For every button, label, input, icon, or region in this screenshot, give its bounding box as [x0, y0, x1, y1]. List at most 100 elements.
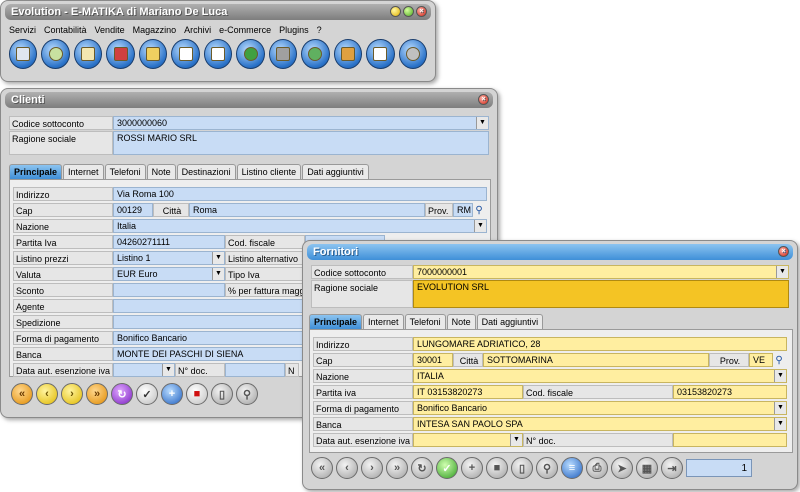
- search-icon[interactable]: ⚲: [773, 354, 785, 366]
- ragione-sociale-field[interactable]: ROSSI MARIO SRL: [113, 131, 489, 155]
- database-icon[interactable]: [41, 39, 70, 69]
- valuta-field[interactable]: EUR Euro ▼: [113, 267, 225, 281]
- tab-internet[interactable]: Internet: [363, 314, 404, 329]
- menu-servizi[interactable]: Servizi: [9, 25, 36, 35]
- chevron-down-icon[interactable]: ▼: [774, 402, 786, 414]
- truck-icon[interactable]: [268, 39, 298, 69]
- citta-field[interactable]: SOTTOMARINA: [483, 353, 709, 367]
- trash-icon[interactable]: ▯: [211, 383, 233, 405]
- tab-listino-cliente[interactable]: Listino cliente: [236, 164, 302, 179]
- tab-telefoni[interactable]: Telefoni: [104, 164, 146, 179]
- cap-field[interactable]: 30001: [413, 353, 453, 367]
- n-doc-field[interactable]: [673, 433, 787, 447]
- folder-icon[interactable]: [138, 39, 168, 69]
- table-icon[interactable]: ▦: [636, 457, 658, 479]
- chevron-down-icon[interactable]: ▼: [212, 268, 224, 280]
- refresh-icon[interactable]: ↻: [411, 457, 433, 479]
- search-icon[interactable]: ⚲: [473, 204, 485, 216]
- cod-fiscale-field[interactable]: 03153820273: [673, 385, 787, 399]
- book-icon[interactable]: [106, 39, 135, 69]
- sconto-field[interactable]: [113, 283, 225, 297]
- stop-icon[interactable]: ■: [186, 383, 208, 405]
- previous-record-icon[interactable]: ‹: [336, 457, 358, 479]
- menu-help[interactable]: ?: [317, 25, 322, 35]
- tab-note[interactable]: Note: [446, 314, 476, 329]
- citta-field[interactable]: Roma: [189, 203, 425, 217]
- tab-internet[interactable]: Internet: [63, 164, 104, 179]
- chevron-down-icon[interactable]: ▼: [774, 370, 786, 382]
- clienti-close-button[interactable]: ×: [478, 94, 489, 105]
- chevron-down-icon[interactable]: ▼: [510, 434, 522, 446]
- minimize-button[interactable]: [390, 6, 401, 17]
- package-icon[interactable]: [333, 39, 363, 69]
- tab-note[interactable]: Note: [146, 164, 176, 179]
- fornitori-close-button[interactable]: ×: [778, 246, 789, 257]
- tab-principale[interactable]: Principale: [9, 164, 63, 179]
- main-title-bar[interactable]: Evolution - E-MATIKA di Mariano De Luca …: [5, 4, 431, 20]
- next-record-icon[interactable]: ›: [61, 383, 83, 405]
- nazione-field[interactable]: ITALIA ▼: [413, 369, 787, 383]
- agente-field[interactable]: [113, 299, 303, 313]
- chevron-down-icon[interactable]: ▼: [212, 252, 224, 264]
- clipboard-icon[interactable]: [73, 39, 103, 69]
- globe-icon[interactable]: [301, 39, 330, 69]
- shapes-icon[interactable]: [236, 39, 265, 69]
- next-record-icon[interactable]: ›: [361, 457, 383, 479]
- floppy-icon[interactable]: [9, 39, 38, 69]
- document-icon[interactable]: [203, 39, 233, 69]
- fornitori-title-bar[interactable]: Fornitori ×: [307, 244, 793, 260]
- chevron-down-icon[interactable]: ▼: [474, 220, 486, 232]
- codice-sottoconto-field[interactable]: 7000000001 ▼: [413, 265, 789, 279]
- tab-dati-aggiuntivi[interactable]: Dati aggiuntivi: [302, 164, 369, 179]
- listino-prezzi-field[interactable]: Listino 1 ▼: [113, 251, 225, 265]
- record-counter[interactable]: 1: [686, 459, 752, 477]
- stop-icon[interactable]: ■: [486, 457, 508, 479]
- confirm-icon[interactable]: ✓: [136, 383, 158, 405]
- banca-field[interactable]: INTESA SAN PAOLO SPA ▼: [413, 417, 787, 431]
- chevron-down-icon[interactable]: ▼: [476, 117, 488, 129]
- print-icon[interactable]: ⎙: [586, 457, 608, 479]
- chart-icon[interactable]: [366, 39, 395, 69]
- cap-field[interactable]: 00129: [113, 203, 153, 217]
- last-record-icon[interactable]: »: [386, 457, 408, 479]
- forma-pagamento-field[interactable]: Bonifico Bancario ▼: [413, 401, 787, 415]
- tab-destinazioni[interactable]: Destinazioni: [176, 164, 236, 179]
- refresh-icon[interactable]: ↻: [111, 383, 133, 405]
- indirizzo-field[interactable]: Via Roma 100: [113, 187, 487, 201]
- tab-principale[interactable]: Principale: [309, 314, 363, 329]
- maximize-button[interactable]: [403, 6, 414, 17]
- add-icon[interactable]: +: [461, 457, 483, 479]
- partita-iva-field[interactable]: IT 03153820273: [413, 385, 523, 399]
- search-icon[interactable]: ⚲: [236, 383, 258, 405]
- menu-magazzino[interactable]: Magazzino: [133, 25, 177, 35]
- menu-plugins[interactable]: Plugins: [279, 25, 309, 35]
- codice-sottoconto-field[interactable]: 3000000060 ▼: [113, 116, 489, 130]
- chevron-down-icon[interactable]: ▼: [162, 364, 174, 376]
- n-doc-field[interactable]: [225, 363, 285, 377]
- trash-icon[interactable]: ▯: [511, 457, 533, 479]
- data-esenzione-field[interactable]: ▼: [413, 433, 523, 447]
- spedizione-field[interactable]: [113, 315, 303, 329]
- confirm-icon[interactable]: ✓: [436, 457, 458, 479]
- first-record-icon[interactable]: «: [11, 383, 33, 405]
- chevron-down-icon[interactable]: ▼: [776, 266, 788, 278]
- partita-iva-field[interactable]: 04260271111: [113, 235, 225, 249]
- tab-telefoni[interactable]: Telefoni: [404, 314, 446, 329]
- prov-field[interactable]: RM: [453, 203, 473, 217]
- first-record-icon[interactable]: «: [311, 457, 333, 479]
- forma-pagamento-field[interactable]: Bonifico Bancario: [113, 331, 303, 345]
- notes-icon[interactable]: ≡: [561, 457, 583, 479]
- add-icon[interactable]: +: [161, 383, 183, 405]
- clienti-title-bar[interactable]: Clienti ×: [5, 92, 493, 108]
- menu-archivi[interactable]: Archivi: [184, 25, 211, 35]
- last-record-icon[interactable]: »: [86, 383, 108, 405]
- close-button[interactable]: ×: [416, 6, 427, 17]
- calendar-icon[interactable]: [171, 39, 200, 69]
- banca-field[interactable]: MONTE DEI PASCHI DI SIENA: [113, 347, 303, 361]
- tools-icon[interactable]: [398, 39, 428, 69]
- menu-vendite[interactable]: Vendite: [95, 25, 125, 35]
- tab-dati-aggiuntivi[interactable]: Dati aggiuntivi: [476, 314, 544, 329]
- search-icon[interactable]: ⚲: [536, 457, 558, 479]
- exit-icon[interactable]: ⇥: [661, 457, 683, 479]
- export-icon[interactable]: ➤: [611, 457, 633, 479]
